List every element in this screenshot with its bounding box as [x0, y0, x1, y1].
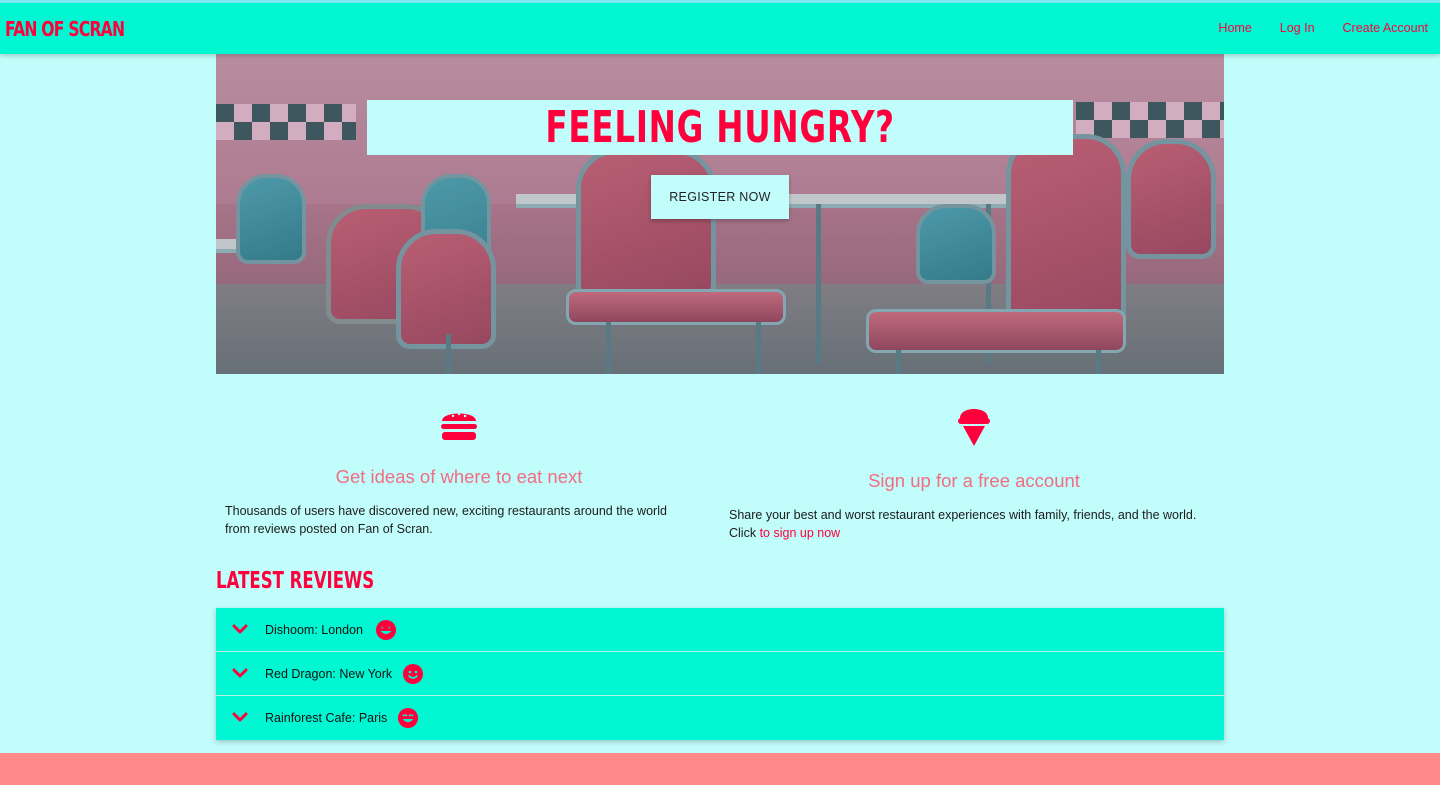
hero-title-box: Feeling Hungry? [367, 100, 1073, 155]
top-navbar: Fan of Scran Home Log In Create Account [0, 0, 1440, 54]
grin-stars-face-icon [376, 620, 396, 640]
smile-face-icon [403, 664, 423, 684]
review-label: Rainforest Cafe: Paris [265, 711, 388, 725]
review-label: Red Dragon: New York [265, 666, 393, 681]
feature-text: Thousands of users have discovered new, … [225, 504, 667, 536]
feature-text: Share your best and worst restaurant exp… [729, 508, 1197, 540]
review-label: Dishoom: London [265, 622, 363, 637]
hero-banner: Feeling Hungry? REGISTER NOW [216, 54, 1224, 374]
page-footer [0, 753, 1440, 785]
review-item[interactable]: Rainforest Cafe: Paris [216, 696, 1224, 740]
nav-create-account-link[interactable]: Create Account [1343, 21, 1428, 35]
feature-heading: Sign up for a free account [868, 470, 1080, 491]
reviews-accordion: Dishoom: London Red Dragon: New York Rai… [216, 608, 1224, 740]
review-item[interactable]: Dishoom: London [216, 608, 1224, 652]
feature-ideas: Get ideas of where to eat next Thousands… [225, 404, 693, 538]
nav-links: Home Log In Create Account [1218, 21, 1428, 35]
register-now-button[interactable]: REGISTER NOW [651, 175, 789, 219]
brand-logo[interactable]: Fan of Scran [5, 17, 125, 41]
ice-cream-icon [958, 409, 990, 446]
hamburger-icon [441, 412, 477, 440]
feature-signup: Sign up for a free account Share your be… [729, 404, 1219, 542]
review-item[interactable]: Red Dragon: New York [216, 652, 1224, 696]
latest-reviews-heading: Latest Reviews [216, 568, 375, 594]
nav-login-link[interactable]: Log In [1280, 21, 1315, 35]
chevron-down-icon[interactable] [232, 712, 248, 723]
sign-up-now-link[interactable]: to sign up now [760, 526, 841, 540]
chevron-down-icon[interactable] [232, 668, 248, 679]
hero-title: Feeling Hungry? [545, 102, 895, 153]
nav-home-link[interactable]: Home [1218, 21, 1251, 35]
grin-tongue-face-icon [398, 708, 418, 728]
feature-heading: Get ideas of where to eat next [335, 466, 583, 487]
chevron-down-icon[interactable] [232, 624, 248, 635]
